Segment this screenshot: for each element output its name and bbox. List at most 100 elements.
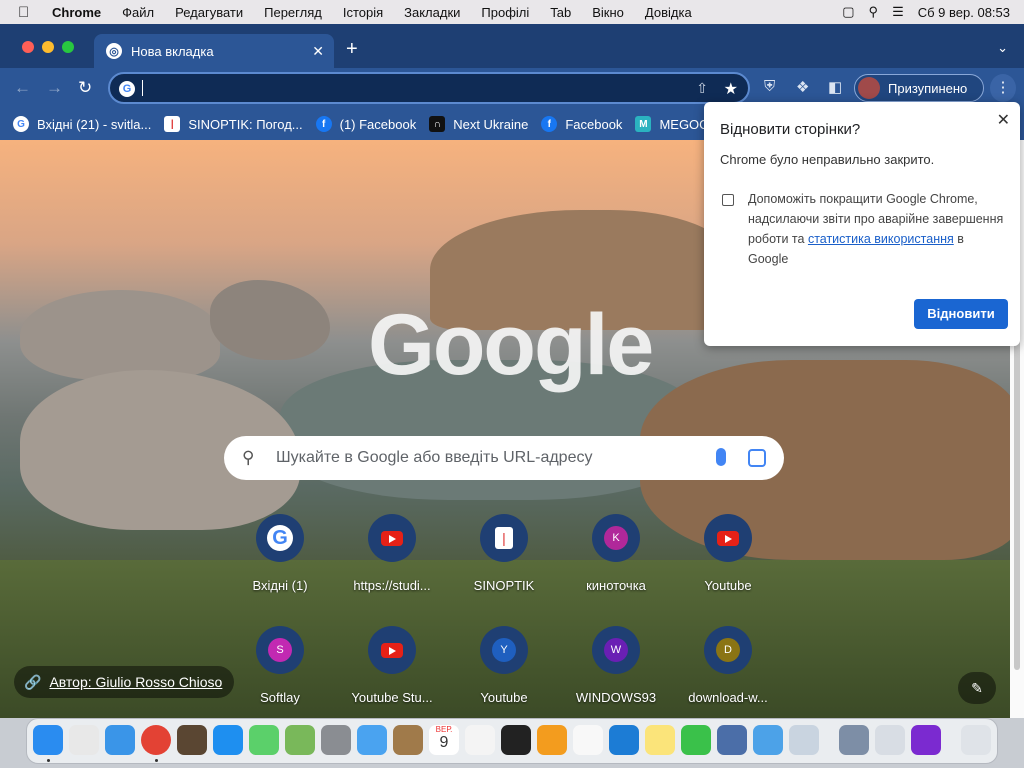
scrollbar-thumb[interactable]: [1014, 340, 1020, 670]
google-icon: G: [256, 514, 304, 562]
tab-new-tab[interactable]: ◎ Нова вкладка ✕: [94, 34, 334, 68]
customize-pencil-icon[interactable]: ✎: [958, 672, 996, 704]
facetime-icon[interactable]: [681, 725, 711, 755]
system-settings-icon[interactable]: [321, 725, 351, 755]
calendar-icon[interactable]: ВЕР. 9: [429, 725, 459, 755]
vlc-icon[interactable]: [537, 725, 567, 755]
extensions-puzzle-icon[interactable]: ❖: [796, 78, 809, 96]
mail-icon[interactable]: [357, 725, 387, 755]
shield-extension-icon[interactable]: ⛨: [764, 78, 775, 95]
notes-icon[interactable]: [645, 725, 675, 755]
menu-window[interactable]: Вікно: [592, 5, 624, 20]
usage-stats-link[interactable]: статистика використання: [808, 232, 954, 246]
bookmark-item[interactable]: f (1) Facebook: [315, 116, 416, 132]
shortcut-tile[interactable]: G Вхідні (1): [232, 514, 328, 593]
reload-button[interactable]: ↻: [78, 78, 92, 98]
back-button[interactable]: ←: [14, 78, 31, 98]
screen-mirroring-icon[interactable]: ▢: [842, 4, 854, 20]
textedit-icon[interactable]: [465, 725, 495, 755]
reminders-icon[interactable]: [573, 725, 603, 755]
menu-edit[interactable]: Редагувати: [175, 5, 243, 20]
shortcut-tile[interactable]: K киноточка: [568, 514, 664, 593]
menu-help[interactable]: Довідка: [645, 5, 692, 20]
google-lens-icon[interactable]: [748, 449, 766, 467]
letter-y-icon: Y: [480, 626, 528, 674]
text-cursor: [142, 80, 143, 96]
microphone-icon[interactable]: [716, 448, 726, 466]
screenshot-folder-icon[interactable]: [839, 725, 869, 755]
menu-history[interactable]: Історія: [343, 5, 383, 20]
contacts-icon[interactable]: [393, 725, 423, 755]
close-window-button[interactable]: [22, 41, 34, 53]
background-author-link[interactable]: 🔗 Автор: Giulio Rosso Chioso: [14, 666, 235, 698]
letter-w-icon: W: [592, 626, 640, 674]
launchpad-icon[interactable]: [69, 725, 99, 755]
forward-button[interactable]: →: [46, 78, 63, 98]
shortcut-tile[interactable]: D download-w...: [680, 626, 776, 705]
chrome-icon[interactable]: [141, 725, 171, 755]
new-tab-button[interactable]: +: [346, 38, 358, 61]
youtube-icon: [368, 514, 416, 562]
minimize-window-button[interactable]: [42, 41, 54, 53]
share-icon[interactable]: ⇧: [696, 80, 708, 97]
printer-icon[interactable]: [875, 725, 905, 755]
bookmark-item[interactable]: G Вхідні (21) - svitla...: [13, 116, 151, 132]
vscode-icon[interactable]: [609, 725, 639, 755]
side-panel-icon[interactable]: ◧: [828, 78, 842, 96]
bookmark-item[interactable]: M MEGOG: [635, 116, 709, 132]
search-input[interactable]: Шукайте в Google або введіть URL-адресу: [276, 449, 592, 467]
shortcut-tile[interactable]: S Softlay: [232, 626, 328, 705]
shortcut-label: https://studi...: [353, 578, 431, 593]
firefox-icon[interactable]: [911, 725, 941, 755]
bookmark-item[interactable]: | SINOPTIK: Погод...: [164, 116, 303, 132]
close-icon[interactable]: ✕: [997, 110, 1010, 130]
spotlight-search-icon[interactable]: ⚲: [869, 4, 879, 20]
tab-close-button[interactable]: ✕: [312, 43, 324, 60]
shortcut-tile[interactable]: Youtube: [680, 514, 776, 593]
menu-datetime[interactable]: Сб 9 вер. 08:53: [918, 5, 1010, 20]
garageband-icon[interactable]: [177, 725, 207, 755]
bookmark-star-icon[interactable]: ★: [724, 79, 738, 99]
avatar: [858, 77, 880, 99]
windows-app-icon[interactable]: [753, 725, 783, 755]
messages-icon[interactable]: [249, 725, 279, 755]
bookmark-label: MEGOG: [659, 116, 710, 132]
safari-icon[interactable]: [105, 725, 135, 755]
more-menu-icon[interactable]: ⋮: [990, 74, 1016, 102]
restore-button[interactable]: Відновити: [914, 299, 1008, 329]
menu-app-name[interactable]: Chrome: [52, 5, 101, 20]
shortcut-tile[interactable]: W WINDOWS93: [568, 626, 664, 705]
menu-bookmarks[interactable]: Закладки: [404, 5, 460, 20]
trash-icon[interactable]: [961, 725, 991, 755]
menu-tab[interactable]: Tab: [550, 5, 571, 20]
usage-stats-checkbox[interactable]: [722, 194, 734, 206]
profile-button[interactable]: Призупинено: [854, 74, 984, 102]
shortcut-label: download-w...: [688, 690, 768, 705]
app-store-icon[interactable]: [213, 725, 243, 755]
bookmark-item[interactable]: f Facebook: [541, 116, 622, 132]
bookmark-item[interactable]: ∩ Next Ukraine: [429, 116, 528, 132]
tab-search-chevron-icon[interactable]: ⌄: [997, 40, 1008, 56]
terminal-icon[interactable]: [501, 725, 531, 755]
shortcut-tile[interactable]: Youtube Stu...: [344, 626, 440, 705]
finder-icon[interactable]: [33, 725, 63, 755]
shortcut-tile[interactable]: | SINOPTIK: [456, 514, 552, 593]
virtualbox-icon[interactable]: [789, 725, 819, 755]
menu-file[interactable]: Файл: [122, 5, 154, 20]
megogo-icon: M: [635, 116, 652, 132]
address-bar[interactable]: G ⇧ ★: [108, 72, 750, 104]
shortcut-label: Youtube: [480, 690, 528, 705]
shortcut-tile[interactable]: Y Youtube: [456, 626, 552, 705]
search-box[interactable]: ⚲ Шукайте в Google або введіть URL-адрес…: [224, 436, 784, 480]
control-center-icon[interactable]: ☰: [892, 4, 904, 20]
running-indicator: [155, 759, 158, 762]
apple-icon[interactable]: : [18, 4, 34, 21]
maps-icon[interactable]: [285, 725, 315, 755]
menu-profiles[interactable]: Профілі: [481, 5, 529, 20]
shortcut-label: Youtube Stu...: [351, 690, 433, 705]
quicktime-icon[interactable]: [717, 725, 747, 755]
shortcut-tile[interactable]: https://studi...: [344, 514, 440, 593]
menu-view[interactable]: Перегляд: [264, 5, 322, 20]
bookmark-label: Вхідні (21) - svitla...: [37, 116, 152, 132]
zoom-window-button[interactable]: [62, 41, 74, 53]
